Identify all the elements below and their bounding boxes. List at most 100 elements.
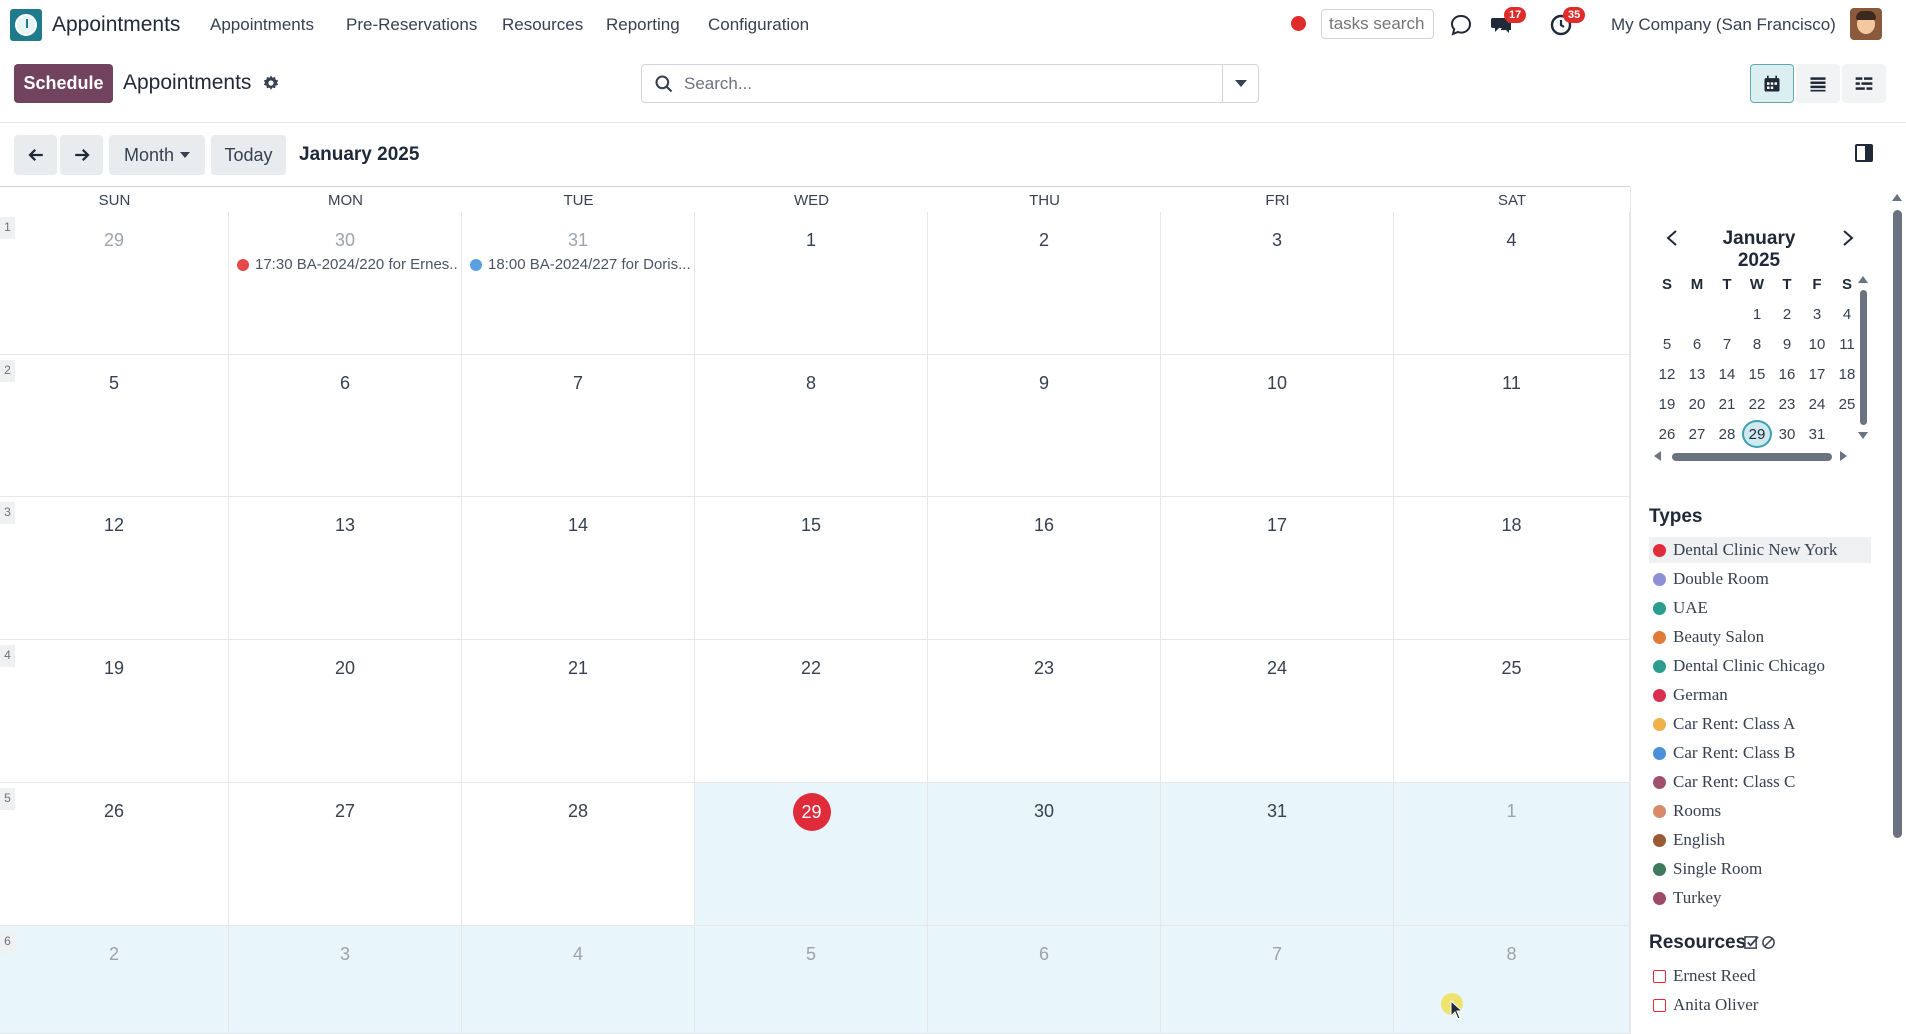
menu-pre-reservations[interactable]: Pre-Reservations (346, 15, 477, 35)
day-number[interactable]: 31 (1161, 801, 1393, 822)
previous-button[interactable] (14, 135, 57, 175)
mini-calendar-day[interactable]: 25 (1832, 396, 1862, 413)
day-cell[interactable]: 3 (229, 926, 462, 1034)
mini-calendar-day[interactable]: 12 (1652, 366, 1682, 383)
day-number[interactable]: 3 (1161, 230, 1393, 251)
day-number[interactable]: 1 (1394, 801, 1629, 822)
mini-prev-month-button[interactable] (1662, 228, 1682, 248)
recording-indicator-icon[interactable] (1291, 16, 1306, 31)
day-number[interactable]: 5 (695, 944, 927, 965)
type-filter-item[interactable]: Car Rent: Class B (1649, 740, 1871, 766)
day-cell[interactable]: 4 (462, 926, 695, 1034)
type-filter-item[interactable]: Dental Clinic New York (1649, 537, 1871, 563)
mini-calendar-day[interactable]: 18 (1832, 366, 1862, 383)
mini-calendar-day[interactable]: 1 (1742, 306, 1772, 323)
mini-calendar-day[interactable]: 8 (1742, 336, 1772, 353)
mini-calendar-day[interactable]: 9 (1772, 336, 1802, 353)
schedule-button[interactable]: Schedule (14, 64, 113, 103)
menu-configuration[interactable]: Configuration (708, 15, 809, 35)
deselect-all-icon[interactable] (1761, 935, 1776, 950)
page-scrollbar[interactable] (1893, 210, 1902, 838)
day-cell[interactable]: 19 (0, 640, 229, 783)
day-number[interactable]: 9 (928, 373, 1160, 394)
day-number[interactable]: 2 (928, 230, 1160, 251)
day-cell[interactable]: 24 (1161, 640, 1394, 783)
day-cell[interactable]: 31 (462, 212, 695, 355)
discuss-icon[interactable] (1448, 12, 1474, 38)
day-number[interactable]: 6 (229, 373, 461, 394)
day-number[interactable]: 5 (0, 373, 228, 394)
day-number[interactable]: 14 (462, 515, 694, 536)
day-number[interactable]: 3 (229, 944, 461, 965)
app-logo-icon[interactable] (10, 9, 42, 41)
mini-calendar-day[interactable]: 17 (1802, 366, 1832, 383)
mini-calendar-day[interactable]: 30 (1772, 426, 1802, 443)
day-number[interactable]: 22 (695, 658, 927, 679)
mini-calendar-day[interactable]: 27 (1682, 426, 1712, 443)
type-filter-item[interactable]: Single Room (1649, 856, 1871, 882)
day-number[interactable]: 4 (1394, 230, 1629, 251)
day-cell[interactable]: 27 (229, 783, 462, 926)
day-cell[interactable]: 26 (0, 783, 229, 926)
day-cell[interactable]: 15 (695, 497, 928, 640)
day-cell[interactable]: 31 (1161, 783, 1394, 926)
type-filter-item[interactable]: Dental Clinic Chicago (1649, 653, 1871, 679)
day-cell[interactable]: 10 (1161, 355, 1394, 497)
mini-calendar-day[interactable]: 11 (1832, 336, 1862, 353)
day-cell[interactable]: 1 (695, 212, 928, 355)
day-cell[interactable]: 2 (928, 212, 1161, 355)
day-cell[interactable]: 18 (1394, 497, 1630, 640)
gantt-view-button[interactable] (1842, 64, 1886, 103)
day-cell[interactable]: 23 (928, 640, 1161, 783)
page-scroll-up-icon[interactable] (1892, 194, 1902, 201)
mini-calendar-day[interactable]: 10 (1802, 336, 1832, 353)
scroll-left-icon[interactable] (1654, 451, 1661, 461)
day-number[interactable]: 10 (1161, 373, 1393, 394)
scroll-up-icon[interactable] (1858, 276, 1868, 283)
day-number[interactable]: 7 (462, 373, 694, 394)
day-cell[interactable]: 28 (462, 783, 695, 926)
mini-calendar-day[interactable]: 5 (1652, 336, 1682, 353)
day-cell[interactable]: 13 (229, 497, 462, 640)
mini-calendar-day[interactable]: 13 (1682, 366, 1712, 383)
mini-calendar-day[interactable]: 28 (1712, 426, 1742, 443)
day-number[interactable]: 31 (462, 230, 694, 251)
day-number[interactable]: 30 (229, 230, 461, 251)
mini-calendar-day[interactable]: 21 (1712, 396, 1742, 413)
day-number[interactable]: 26 (0, 801, 228, 822)
search-input[interactable] (684, 73, 1184, 94)
day-cell[interactable]: 29 (695, 783, 928, 926)
day-number[interactable]: 20 (229, 658, 461, 679)
user-avatar[interactable] (1850, 8, 1882, 40)
day-cell[interactable]: 25 (1394, 640, 1630, 783)
scale-dropdown[interactable]: Month (109, 135, 205, 175)
day-cell[interactable]: 21 (462, 640, 695, 783)
resource-checkbox-icon[interactable] (1653, 969, 1666, 983)
day-number[interactable]: 2 (0, 944, 228, 965)
day-number[interactable]: 4 (462, 944, 694, 965)
day-cell[interactable]: 11 (1394, 355, 1630, 497)
next-button[interactable] (60, 135, 103, 175)
type-filter-item[interactable]: Car Rent: Class C (1649, 769, 1871, 795)
mini-calendar-day[interactable]: 26 (1652, 426, 1682, 443)
type-filter-item[interactable]: Double Room (1649, 566, 1871, 592)
day-cell[interactable]: 22 (695, 640, 928, 783)
day-number[interactable]: 19 (0, 658, 228, 679)
mini-calendar-day[interactable]: 31 (1802, 426, 1832, 443)
day-number[interactable]: 24 (1161, 658, 1393, 679)
menu-resources[interactable]: Resources (502, 15, 583, 35)
mini-calendar-day[interactable]: 2 (1772, 306, 1802, 323)
mini-calendar-today[interactable]: 29 (1742, 420, 1772, 448)
day-number[interactable]: 18 (1394, 515, 1629, 536)
select-all-icon[interactable] (1744, 935, 1759, 950)
day-cell[interactable]: 16 (928, 497, 1161, 640)
mini-calendar-day[interactable]: 19 (1652, 396, 1682, 413)
day-number[interactable]: 7 (1161, 944, 1393, 965)
day-cell[interactable]: 29 (0, 212, 229, 355)
list-view-button[interactable] (1796, 64, 1840, 103)
type-filter-item[interactable]: Car Rent: Class A (1649, 711, 1871, 737)
messages-icon[interactable]: 17 (1489, 7, 1527, 38)
day-number[interactable]: 8 (1394, 944, 1629, 965)
type-filter-item[interactable]: Rooms (1649, 798, 1871, 824)
day-cell[interactable]: 2 (0, 926, 229, 1034)
